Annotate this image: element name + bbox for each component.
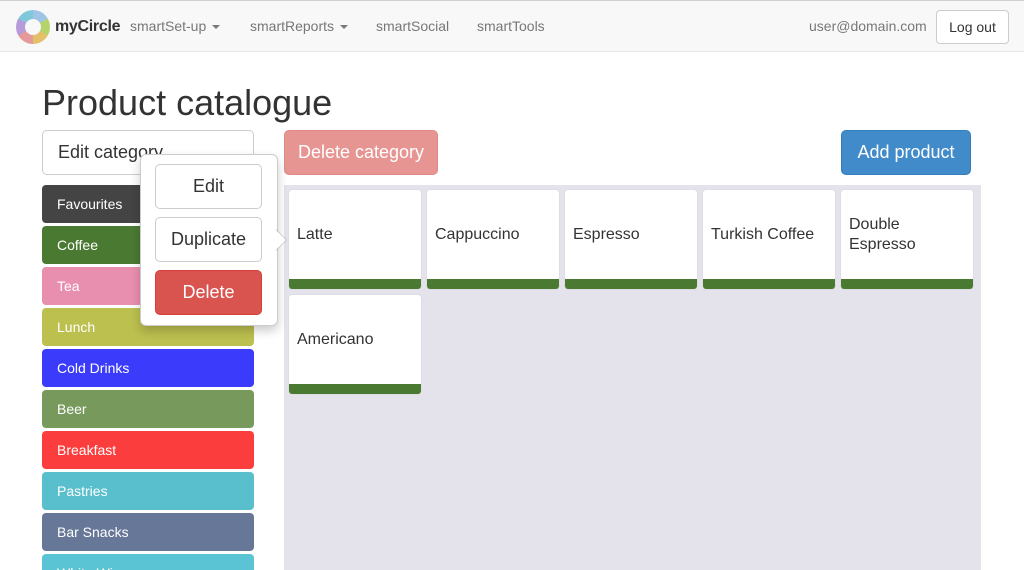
product-name: Turkish Coffee <box>711 225 815 243</box>
product-tile-cappuccino[interactable]: Cappuccino <box>427 190 559 289</box>
mycircle-logo-icon <box>16 10 50 44</box>
product-category-bar <box>289 279 421 289</box>
popover-delete-button[interactable]: Delete <box>155 270 262 315</box>
product-category-bar <box>289 384 421 394</box>
category-bar-snacks[interactable]: Bar Snacks <box>42 513 254 551</box>
product-name: Double Espresso <box>849 215 916 253</box>
brand-name: myCircle <box>55 18 121 35</box>
product-name: Espresso <box>573 225 640 243</box>
logout-button[interactable]: Log out <box>936 10 1009 44</box>
category-breakfast[interactable]: Breakfast <box>42 431 254 469</box>
caret-down-icon <box>340 25 349 30</box>
popover-duplicate-button[interactable]: Duplicate <box>155 217 262 262</box>
popover-arrow-inner <box>276 230 286 250</box>
brand[interactable]: myCircle <box>16 9 121 45</box>
caret-down-icon <box>212 25 221 30</box>
category-cold-drinks[interactable]: Cold Drinks <box>42 349 254 387</box>
product-category-bar <box>841 279 973 289</box>
user-email[interactable]: user@domain.com <box>809 18 927 34</box>
nav-smartreports[interactable]: smartReports <box>250 18 349 34</box>
nav-smartsetup-label: smartSet-up <box>130 18 207 34</box>
product-name: Cappuccino <box>435 225 520 243</box>
category-white-wine[interactable]: White Wine <box>42 554 254 570</box>
product-tile-americano[interactable]: Americano <box>289 295 421 394</box>
nav-smartreports-label: smartReports <box>250 18 335 34</box>
navbar: myCircle smartSet-up smartReports smartS… <box>0 0 1024 52</box>
product-tile-turkish-coffee[interactable]: Turkish Coffee <box>703 190 835 289</box>
delete-category-button[interactable]: Delete category <box>284 130 438 175</box>
product-category-bar <box>703 279 835 289</box>
nav-smarttools[interactable]: smartTools <box>477 18 545 34</box>
category-pastries[interactable]: Pastries <box>42 472 254 510</box>
product-name: Americano <box>297 330 374 348</box>
popover-edit-button[interactable]: Edit <box>155 164 262 209</box>
product-tile-double-espresso[interactable]: Double Espresso <box>841 190 973 289</box>
product-tile-latte[interactable]: Latte <box>289 190 421 289</box>
product-category-bar <box>565 279 697 289</box>
product-tile-espresso[interactable]: Espresso <box>565 190 697 289</box>
page-title: Product catalogue <box>42 82 333 123</box>
nav-smartsetup[interactable]: smartSet-up <box>130 18 221 34</box>
nav-smartsocial[interactable]: smartSocial <box>376 18 449 34</box>
category-beer[interactable]: Beer <box>42 390 254 428</box>
product-category-bar <box>427 279 559 289</box>
product-grid: Latte Cappuccino Espresso Turkish Coffee… <box>284 185 981 570</box>
product-name: Latte <box>297 225 333 243</box>
add-product-button[interactable]: Add product <box>841 130 971 175</box>
